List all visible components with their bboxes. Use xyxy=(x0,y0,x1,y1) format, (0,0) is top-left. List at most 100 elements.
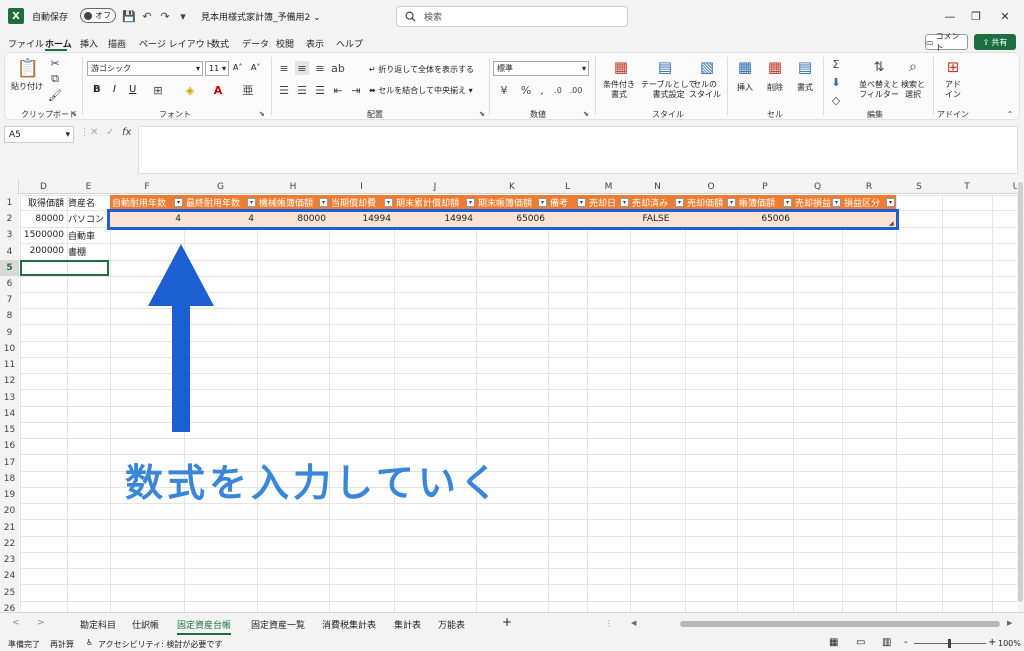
column-header-J[interactable]: J xyxy=(394,180,476,194)
menu-help[interactable]: ヘルプ xyxy=(336,37,363,50)
row-header-5[interactable]: 5 xyxy=(0,260,19,276)
increase-decimal-icon[interactable]: .0 xyxy=(551,83,565,97)
column-header-I[interactable]: I xyxy=(329,180,394,194)
drag-handle-icon[interactable]: ⋮ xyxy=(80,128,89,138)
border-icon[interactable]: ⊞ xyxy=(151,83,165,97)
column-header-G[interactable]: G xyxy=(184,180,257,194)
column-header-H[interactable]: H xyxy=(257,180,329,194)
table-header-cell[interactable]: 損益区分 ▾ xyxy=(842,195,896,210)
column-header-F[interactable]: F xyxy=(110,180,184,194)
row-header-11[interactable]: 11 xyxy=(0,357,19,373)
alignment-launcher-icon[interactable]: ⬊ xyxy=(479,110,485,118)
row-header-25[interactable]: 25 xyxy=(0,584,19,601)
table-header-cell[interactable]: 売却済み ▾ xyxy=(630,195,685,210)
formula-input[interactable] xyxy=(138,126,1018,174)
row-header-1[interactable]: 1 xyxy=(0,195,19,210)
row-header-9[interactable]: 9 xyxy=(0,324,19,341)
insert-function-icon[interactable]: fx xyxy=(122,127,131,138)
table-header-cell[interactable]: 帳簿価額 ▾ xyxy=(737,195,793,210)
autosave-toggle[interactable]: オフ xyxy=(80,8,116,23)
cell-D1[interactable]: 取得価額 xyxy=(20,195,66,210)
cell-D2[interactable]: 80000 xyxy=(20,210,66,227)
find-select-button[interactable]: 検索と 選択 xyxy=(901,80,925,100)
cell-styles-icon[interactable]: ▧ xyxy=(697,57,717,77)
undo-icon[interactable]: ↶ xyxy=(140,9,154,23)
sort-filter-button[interactable]: 並べ替えと フィルター xyxy=(859,80,899,100)
row-header-3[interactable]: 3 xyxy=(0,227,19,243)
sheet-tab-accounts[interactable]: 勘定科目 xyxy=(80,618,116,631)
table-header-cell[interactable]: 売却日 ▾ xyxy=(587,195,630,210)
normal-view-icon[interactable]: ▦ xyxy=(829,637,838,648)
column-header-N[interactable]: N xyxy=(630,180,685,194)
column-header-P[interactable]: P xyxy=(737,180,793,194)
zoom-level[interactable]: 100% xyxy=(998,639,1021,648)
horizontal-scroll-thumb[interactable] xyxy=(680,621,1000,627)
orientation-icon[interactable]: ab xyxy=(331,61,345,75)
format-as-table-icon[interactable]: ▤ xyxy=(655,57,675,77)
font-color-icon[interactable]: A xyxy=(211,83,225,97)
decrease-indent-icon[interactable]: ⇤ xyxy=(331,83,345,97)
menu-data[interactable]: データ xyxy=(242,37,269,50)
row-header-20[interactable]: 20 xyxy=(0,503,19,519)
column-header-K[interactable]: K xyxy=(476,180,548,194)
table-header-cell[interactable]: 当期償却費 ▾ xyxy=(329,195,394,210)
row-header-21[interactable]: 21 xyxy=(0,519,19,536)
save-icon[interactable]: 💾 xyxy=(122,9,136,23)
vertical-scrollbar[interactable] xyxy=(1017,180,1024,612)
menu-view[interactable]: 表示 xyxy=(306,37,324,50)
menu-insert[interactable]: 挿入 xyxy=(80,37,98,50)
accessibility-status[interactable]: アクセシビリティ: 検討が必要です xyxy=(98,639,222,650)
cell-E4[interactable]: 書棚 xyxy=(67,243,109,259)
sheet-prev-button[interactable]: < xyxy=(12,618,20,628)
vertical-scroll-thumb[interactable] xyxy=(1018,182,1023,602)
cell-styles-button[interactable]: セルの スタイル xyxy=(689,80,721,100)
paste-button[interactable]: 貼り付け xyxy=(11,82,43,92)
insert-cells-button[interactable]: 挿入 xyxy=(737,83,753,93)
row-header-15[interactable]: 15 xyxy=(0,422,19,438)
cell-D4[interactable]: 200000 xyxy=(20,243,66,259)
comment-button[interactable]: ▭ コメント xyxy=(925,32,968,52)
row-header-7[interactable]: 7 xyxy=(0,292,19,308)
fill-color-icon[interactable]: ◈ xyxy=(183,83,197,97)
row-header-18[interactable]: 18 xyxy=(0,471,19,487)
conditional-format-button[interactable]: 条件付き 書式 xyxy=(603,80,635,100)
italic-button[interactable]: I xyxy=(113,85,116,95)
fill-icon[interactable]: ⬇ xyxy=(829,75,843,89)
table-header-cell[interactable]: 売却価額 ▾ xyxy=(685,195,737,210)
redo-icon[interactable]: ↷ xyxy=(158,9,172,23)
row-header-24[interactable]: 24 xyxy=(0,568,19,584)
conditional-format-icon[interactable]: ▦ xyxy=(611,57,631,77)
enter-icon[interactable]: ✓ xyxy=(106,127,114,138)
font-family-select[interactable]: 游ゴシック ▾ xyxy=(87,61,203,76)
delete-cells-icon[interactable]: ▦ xyxy=(765,57,785,77)
table-header-cell[interactable]: 期末累計償却額 ▾ xyxy=(394,195,476,210)
decrease-decimal-icon[interactable]: .00 xyxy=(569,83,583,97)
filter-dropdown-icon[interactable]: ▾ xyxy=(384,198,393,207)
addins-icon[interactable]: ⊞ xyxy=(943,57,963,77)
align-right-icon[interactable]: ☰ xyxy=(313,83,327,97)
sheet-tab-summary[interactable]: 集計表 xyxy=(394,618,421,631)
row-header-19[interactable]: 19 xyxy=(0,487,19,503)
row-header-23[interactable]: 23 xyxy=(0,552,19,568)
filter-dropdown-icon[interactable]: ▾ xyxy=(538,198,547,207)
phonetic-icon[interactable]: 亜 xyxy=(241,83,255,97)
sheet-tab-universal[interactable]: 万能表 xyxy=(438,618,465,631)
cell-D3[interactable]: 1500000 xyxy=(20,227,66,243)
selected-cell-A5[interactable] xyxy=(20,260,109,276)
clear-icon[interactable]: ◇ xyxy=(829,93,843,107)
menu-draw[interactable]: 描画 xyxy=(108,37,126,50)
filter-dropdown-icon[interactable]: ▾ xyxy=(577,198,586,207)
sheet-next-button[interactable]: > xyxy=(37,618,45,628)
column-header-Q[interactable]: Q xyxy=(793,180,842,194)
cell-E1[interactable]: 資産名 xyxy=(67,195,109,210)
row-header-4[interactable]: 4 xyxy=(0,243,19,260)
table-header-cell[interactable]: 期末帳簿価額 ▾ xyxy=(476,195,548,210)
page-layout-view-icon[interactable]: ▭ xyxy=(856,637,865,648)
format-cells-button[interactable]: 書式 xyxy=(797,83,813,93)
minimize-button[interactable]: — xyxy=(940,7,960,25)
increase-indent-icon[interactable]: ⇥ xyxy=(349,83,363,97)
cell-E3[interactable]: 自動車 xyxy=(67,227,109,243)
font-size-select[interactable]: 11 ▾ xyxy=(205,61,229,76)
underline-button[interactable]: U xyxy=(129,85,136,95)
table-header-cell[interactable]: 自動耐用年数 ▾ xyxy=(110,195,184,210)
